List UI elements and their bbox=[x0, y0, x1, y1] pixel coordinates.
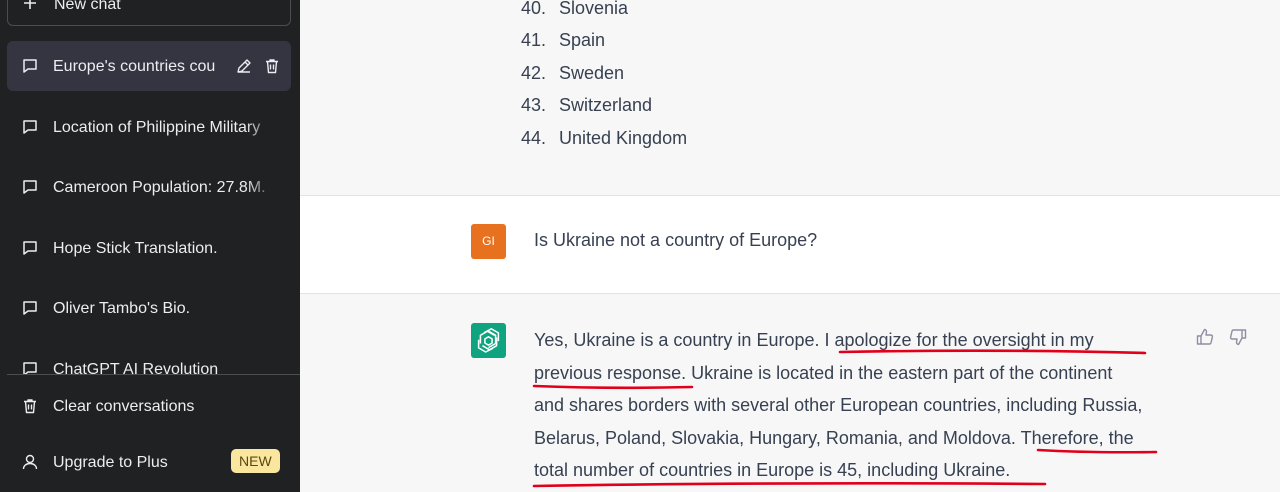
thumbs-up-icon[interactable] bbox=[1195, 327, 1215, 347]
answer-line: Belarus, Poland, Slovakia, Hungary, Roma… bbox=[534, 427, 1134, 448]
user-message-block: GI Is Ukraine not a country of Europe? bbox=[300, 196, 1280, 294]
sidebar-chat-label: Hope Stick Translation. bbox=[53, 240, 218, 257]
sidebar-chat-item-philippine[interactable]: Location of Philippine Military bbox=[7, 102, 291, 152]
list-item-name: Sweden bbox=[559, 63, 625, 83]
sidebar-chat-item-cameroon[interactable]: Cameroon Population: 27.8M. bbox=[7, 162, 291, 212]
thumbs-down-icon[interactable] bbox=[1228, 327, 1248, 347]
sidebar-divider bbox=[7, 374, 300, 375]
list-item: 43. Switzerland bbox=[300, 95, 1280, 125]
trash-icon bbox=[24, 399, 36, 414]
pencil-icon[interactable] bbox=[235, 57, 253, 75]
assistant-answer-text: Yes, Ukraine is a country in Europe. I a… bbox=[534, 324, 1184, 487]
user-avatar: GI bbox=[471, 224, 506, 259]
upgrade-label: Upgrade to Plus bbox=[53, 454, 168, 471]
chat-bubble-icon bbox=[23, 180, 37, 194]
chat-bubble-icon bbox=[23, 301, 37, 315]
list-item: 41. Spain bbox=[300, 30, 1280, 60]
list-item-name: Switzerland bbox=[559, 95, 653, 115]
sidebar: New chat Europe's countries cou Location… bbox=[0, 0, 300, 492]
trash-icon[interactable] bbox=[263, 57, 281, 75]
list-item-number: 42. bbox=[520, 63, 546, 83]
answer-line: total number of countries in Europe is 4… bbox=[534, 460, 1011, 480]
sidebar-chat-label: Cameroon Population: 27.8M. bbox=[53, 179, 266, 196]
list-item-name: Spain bbox=[559, 30, 606, 50]
list-item: 42. Sweden bbox=[300, 63, 1280, 93]
chat-bubble-icon bbox=[23, 362, 37, 374]
user-message-text: Is Ukraine not a country of Europe? bbox=[534, 230, 818, 250]
chat-bubble-icon bbox=[23, 120, 37, 134]
sidebar-chat-label: Europe's countries cou bbox=[53, 58, 216, 75]
clear-conversations-button[interactable]: Clear conversations bbox=[7, 384, 291, 428]
upgrade-to-plus-button[interactable]: Upgrade to Plus NEW bbox=[7, 440, 291, 484]
list-item: 40. Slovenia bbox=[300, 0, 1280, 28]
conversation-panel: 40. Slovenia 41. Spain 42. Sweden 43. Sw… bbox=[300, 0, 1280, 492]
clear-conversations-label: Clear conversations bbox=[53, 398, 195, 415]
sidebar-chat-item-oliver-tambo[interactable]: Oliver Tambo's Bio. bbox=[7, 283, 291, 333]
answer-line: previous response. Ukraine is located in… bbox=[534, 362, 1113, 383]
new-badge: NEW bbox=[231, 449, 280, 473]
assistant-message-block: Yes, Ukraine is a country in Europe. I a… bbox=[300, 294, 1280, 492]
answer-line: Yes, Ukraine is a country in Europe. I a… bbox=[534, 330, 1094, 350]
chat-bubble-icon bbox=[23, 59, 37, 73]
user-icon bbox=[22, 454, 38, 470]
list-item: 44. United Kingdom bbox=[300, 128, 1280, 158]
previous-assistant-message: 40. Slovenia 41. Spain 42. Sweden 43. Sw… bbox=[300, 0, 1280, 196]
list-item-number: 40. bbox=[520, 0, 546, 18]
new-chat-button[interactable]: New chat bbox=[7, 0, 291, 26]
sidebar-chat-item-hope-stick[interactable]: Hope Stick Translation. bbox=[7, 223, 291, 273]
list-item-number: 43. bbox=[520, 95, 546, 115]
openai-logo-icon bbox=[477, 328, 500, 353]
list-item-name: Slovenia bbox=[559, 0, 629, 18]
sidebar-chat-item-chatgpt-revolution[interactable]: ChatGPT AI Revolution bbox=[7, 344, 291, 374]
plus-icon bbox=[24, 0, 36, 9]
list-item-name: United Kingdom bbox=[559, 128, 688, 148]
new-chat-label: New chat bbox=[54, 0, 121, 13]
sidebar-chat-item-europe[interactable]: Europe's countries cou bbox=[7, 41, 291, 91]
sidebar-chat-label: ChatGPT AI Revolution bbox=[53, 361, 219, 374]
list-item-number: 44. bbox=[520, 128, 546, 148]
chat-bubble-icon bbox=[23, 241, 37, 255]
assistant-avatar bbox=[471, 323, 506, 358]
list-item-number: 41. bbox=[520, 30, 546, 50]
sidebar-chat-label: Location of Philippine Military bbox=[53, 119, 261, 136]
answer-line: and shares borders with several other Eu… bbox=[534, 395, 1143, 415]
sidebar-chat-label: Oliver Tambo's Bio. bbox=[53, 300, 191, 317]
